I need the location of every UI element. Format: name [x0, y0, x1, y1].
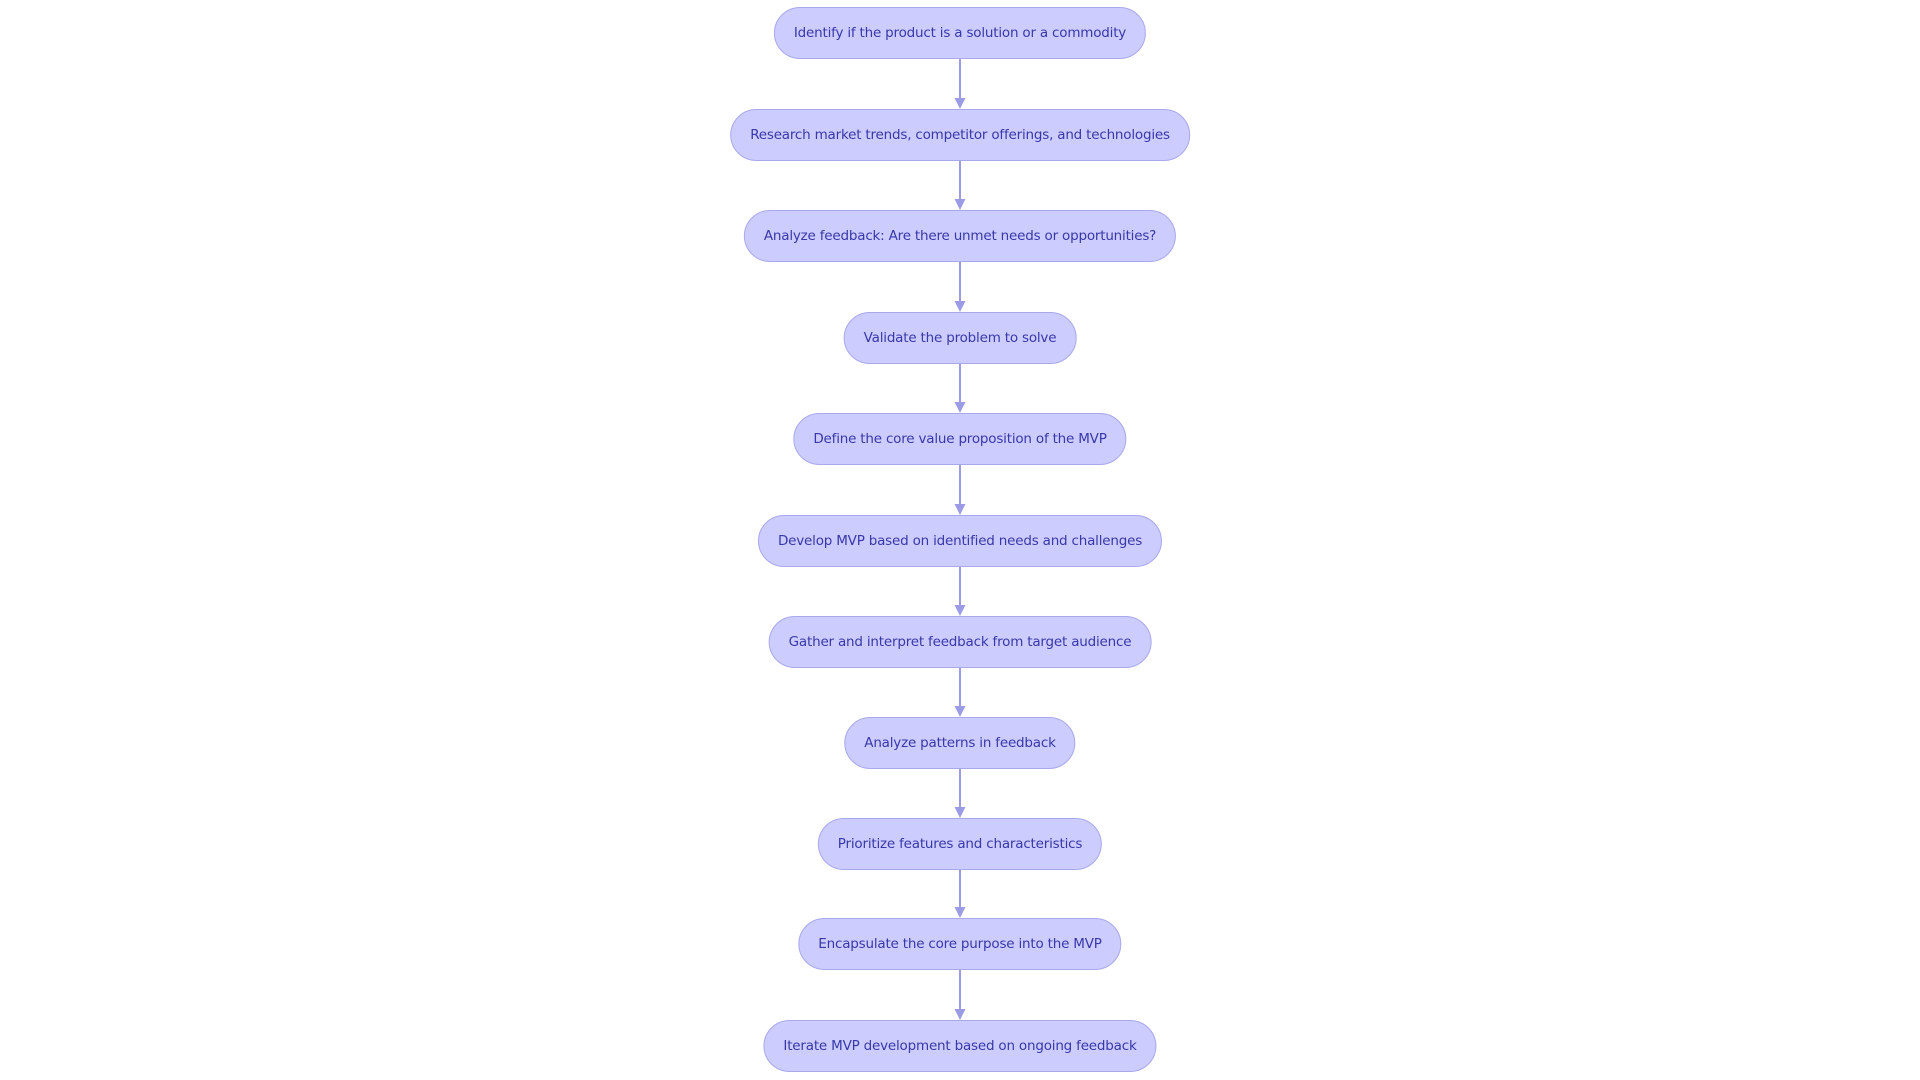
node-label: Analyze patterns in feedback: [864, 735, 1056, 751]
node-develop-mvp: Develop MVP based on identified needs an…: [757, 515, 1163, 567]
node-validate-problem: Validate the problem to solve: [843, 312, 1077, 364]
arrowhead-icon: [954, 199, 966, 210]
arrowhead-icon: [954, 504, 966, 515]
node-label: Validate the problem to solve: [863, 330, 1057, 346]
node-label: Iterate MVP development based on ongoing…: [783, 1038, 1137, 1054]
edge-n6-n7: [954, 567, 966, 616]
node-label: Research market trends, competitor offer…: [750, 127, 1170, 143]
node-label: Identify if the product is a solution or…: [793, 25, 1127, 41]
arrowhead-icon: [954, 402, 966, 413]
arrowhead-icon: [954, 706, 966, 717]
edge-n10-n11: [954, 970, 966, 1020]
node-label: Analyze feedback: Are there unmet needs …: [763, 228, 1157, 244]
node-encapsulate-core-purpose: Encapsulate the core purpose into the MV…: [798, 918, 1122, 970]
node-label: Develop MVP based on identified needs an…: [777, 533, 1143, 549]
arrowhead-icon: [954, 1009, 966, 1020]
arrowhead-icon: [954, 605, 966, 616]
node-define-value-proposition: Define the core value proposition of the…: [793, 413, 1127, 465]
edge-n1-n2: [954, 59, 966, 109]
edge-n5-n6: [954, 465, 966, 515]
node-research-market-trends: Research market trends, competitor offer…: [730, 109, 1190, 161]
node-label: Gather and interpret feedback from targe…: [788, 634, 1132, 650]
flowchart-canvas: Identify if the product is a solution or…: [0, 0, 1920, 1080]
node-iterate-mvp: Iterate MVP development based on ongoing…: [763, 1020, 1157, 1072]
node-gather-feedback: Gather and interpret feedback from targe…: [768, 616, 1152, 668]
node-label: Encapsulate the core purpose into the MV…: [818, 936, 1102, 952]
arrowhead-icon: [954, 98, 966, 109]
arrowhead-icon: [954, 301, 966, 312]
arrowhead-icon: [954, 807, 966, 818]
node-prioritize-features: Prioritize features and characteristics: [817, 818, 1103, 870]
node-label: Prioritize features and characteristics: [837, 836, 1083, 852]
node-identify-solution-or-commodity: Identify if the product is a solution or…: [773, 7, 1147, 59]
arrowhead-icon: [954, 907, 966, 918]
edge-n4-n5: [954, 364, 966, 413]
node-analyze-patterns: Analyze patterns in feedback: [844, 717, 1076, 769]
edge-n8-n9: [954, 769, 966, 818]
edge-n9-n10: [954, 870, 966, 918]
edge-n3-n4: [954, 262, 966, 312]
edge-n7-n8: [954, 668, 966, 717]
edge-n2-n3: [954, 161, 966, 210]
node-label: Define the core value proposition of the…: [813, 431, 1107, 447]
node-analyze-feedback-unmet-needs: Analyze feedback: Are there unmet needs …: [743, 210, 1177, 262]
